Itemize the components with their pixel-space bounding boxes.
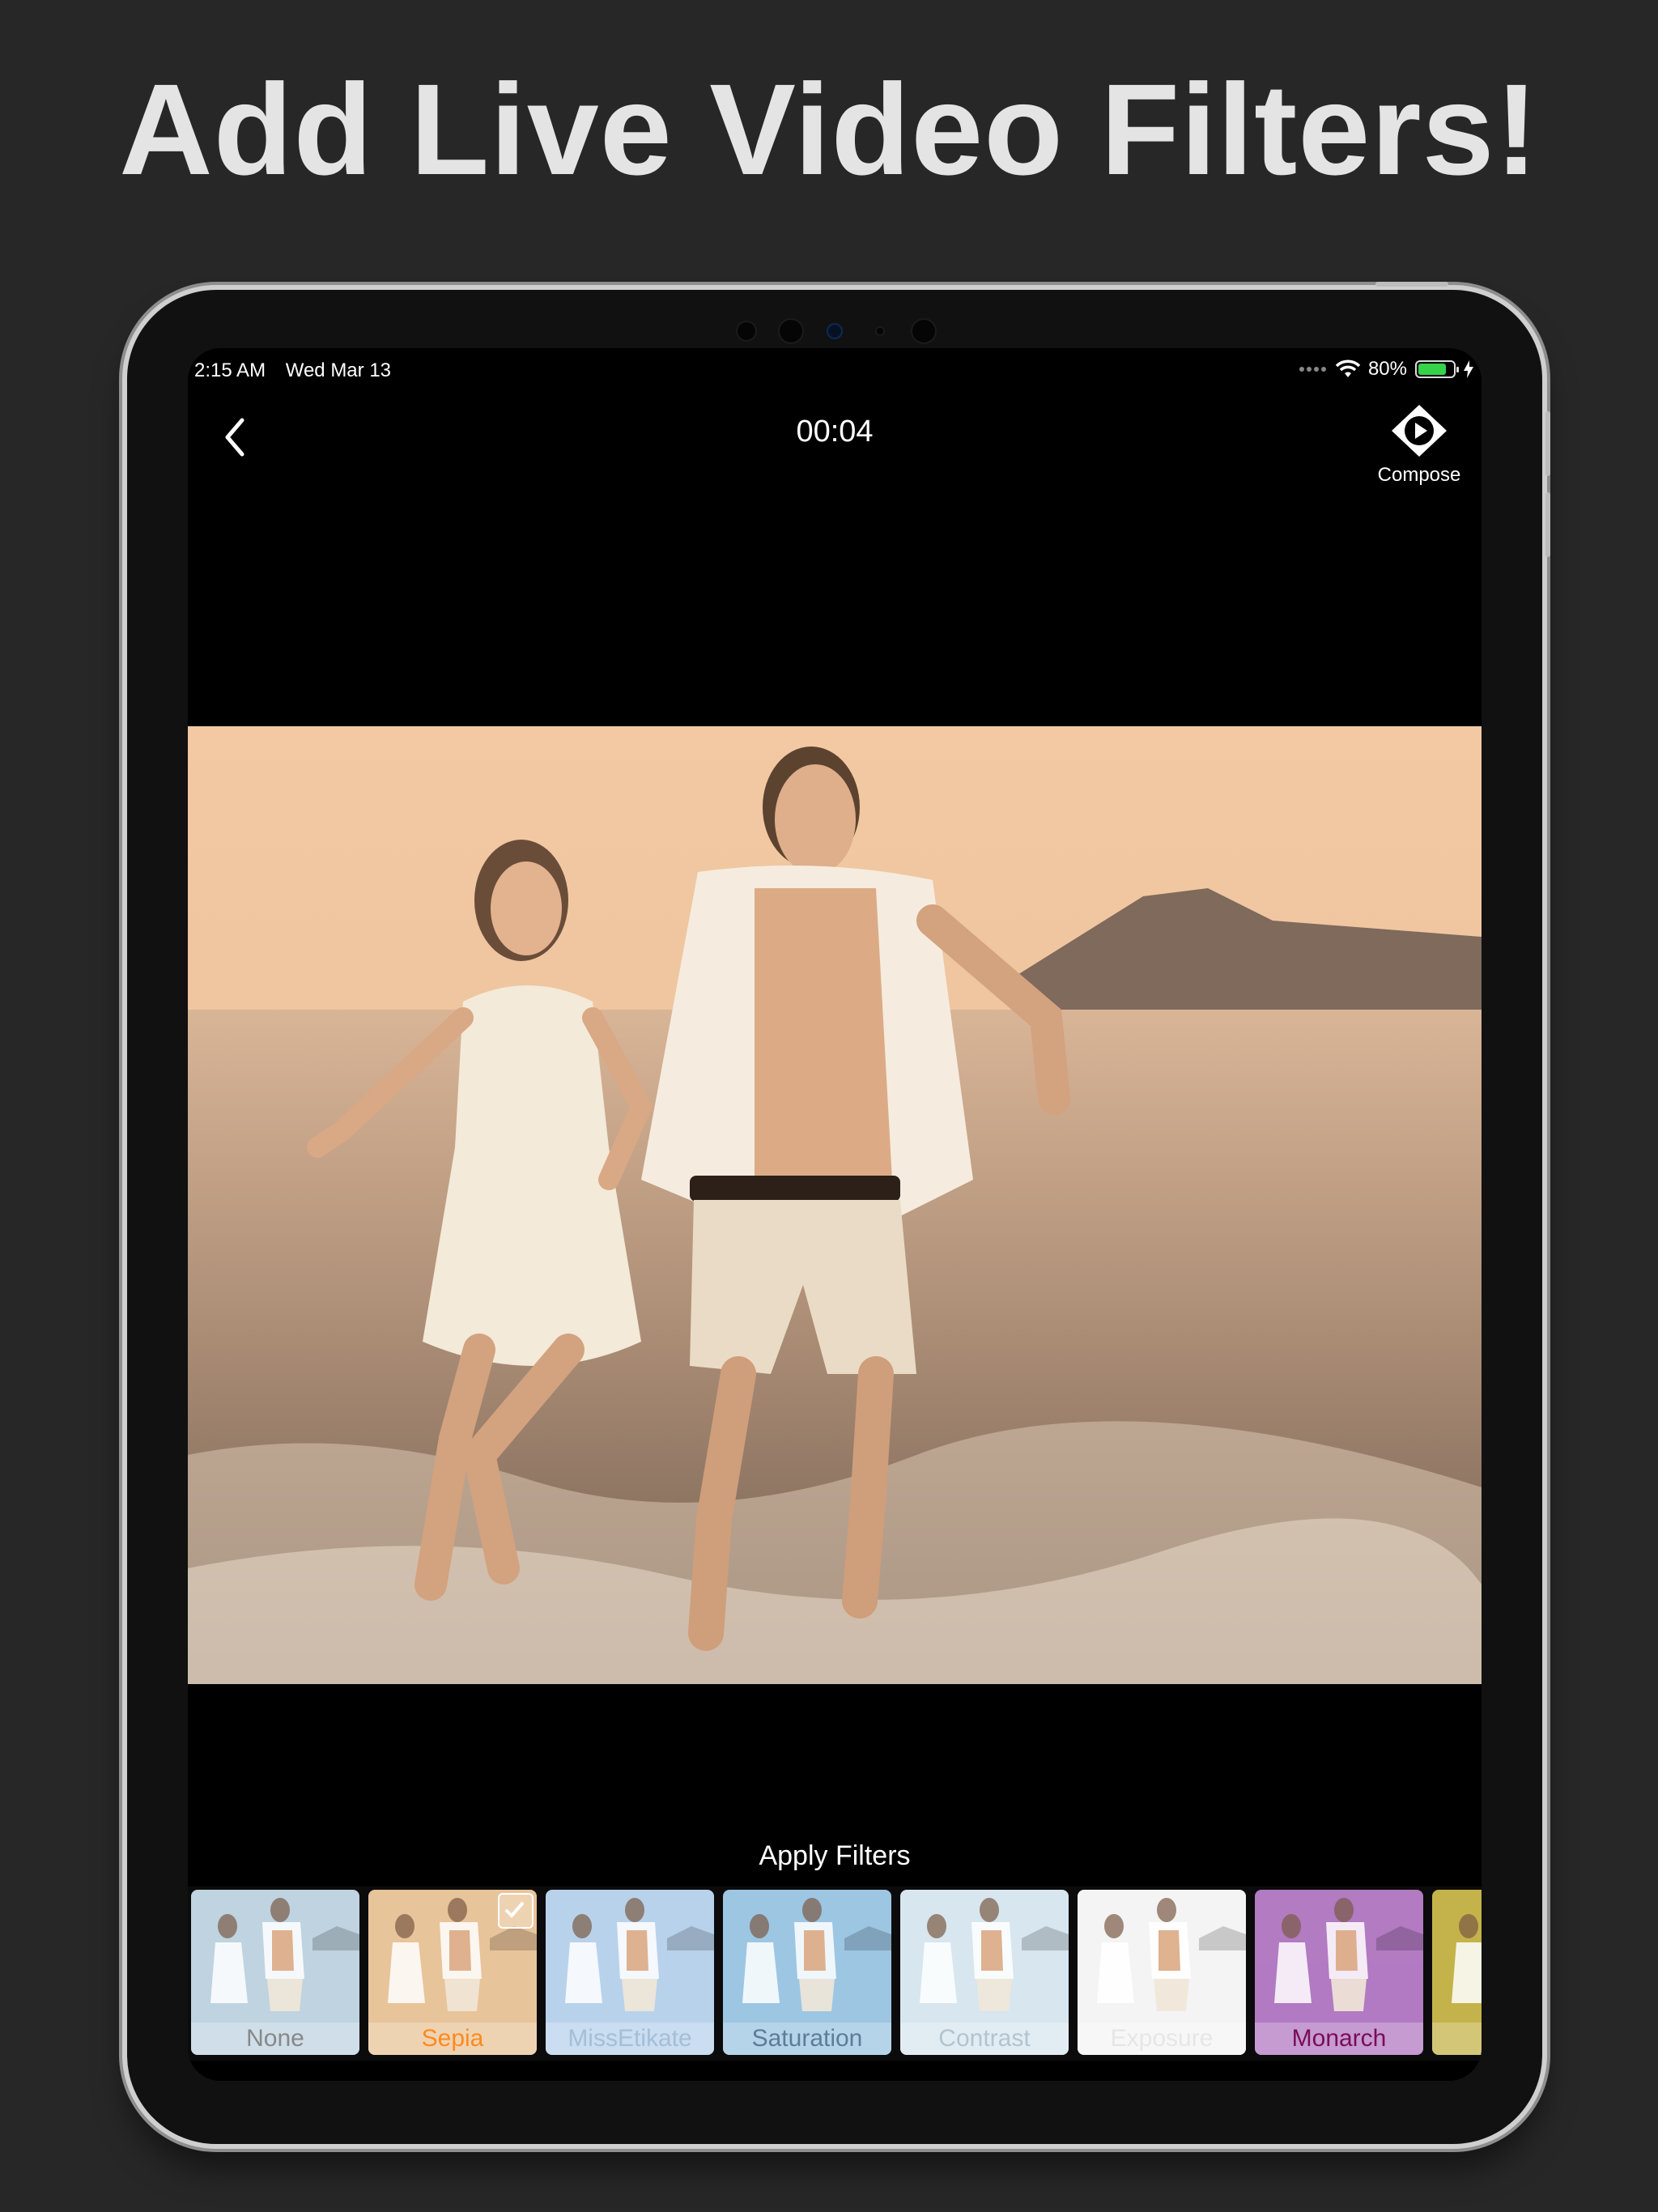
filter-label: None [191, 2023, 359, 2055]
filter-label: Monarch [1255, 2023, 1423, 2055]
selected-check-icon [498, 1893, 534, 1929]
status-time: 2:15 AM [194, 359, 266, 381]
sensor-dot [780, 320, 802, 342]
filter-thumb-extra[interactable] [1432, 1890, 1482, 2055]
nav-bar: 00:04 Compose [188, 397, 1482, 494]
filter-label [1432, 2023, 1482, 2055]
filter-label: Exposure [1078, 2023, 1246, 2055]
apply-filters-label: Apply Filters [759, 1840, 911, 1871]
filter-label: Saturation [723, 2023, 891, 2055]
sensor-dot [912, 320, 935, 342]
filter-label: Sepia [368, 2023, 537, 2055]
volume-up-button [1545, 411, 1550, 476]
video-preview[interactable] [188, 726, 1482, 1684]
ipad-frame: 2:15 AM Wed Mar 13 80% 00:04 Compose App… [127, 282, 1550, 2144]
status-date: Wed Mar 13 [285, 359, 392, 381]
wifi-icon [1335, 359, 1360, 377]
sensor-dot [877, 328, 883, 334]
filter-label: Contrast [900, 2023, 1069, 2055]
sensor-dot [738, 322, 755, 340]
compose-button[interactable]: Compose [1367, 403, 1472, 486]
playback-timer: 00:04 [796, 415, 874, 449]
top-button [1375, 282, 1448, 287]
filter-thumb-monarch[interactable]: Monarch [1255, 1890, 1423, 2055]
promo-headline: Add Live Video Filters! [119, 57, 1539, 202]
front-camera [828, 325, 841, 338]
app-screen: 2:15 AM Wed Mar 13 80% 00:04 Compose App… [188, 348, 1482, 2081]
filter-strip[interactable]: None Sepia MissEtikate Saturation Contrast Ex… [188, 1887, 1482, 2061]
signal-icon [1299, 367, 1326, 372]
filter-thumb-contrast[interactable]: Contrast [900, 1890, 1069, 2055]
compose-label: Compose [1377, 464, 1461, 486]
charging-bolt-icon [1464, 360, 1473, 378]
filter-thumb-missetikate[interactable]: MissEtikate [546, 1890, 714, 2055]
video-frame-image [188, 726, 1482, 1684]
filter-thumb-saturation[interactable]: Saturation [723, 1890, 891, 2055]
filter-label: MissEtikate [546, 2023, 714, 2055]
status-bar: 2:15 AM Wed Mar 13 80% [188, 348, 1482, 397]
filter-thumb-none[interactable]: None [191, 1890, 359, 2055]
camera-array [127, 308, 1542, 342]
filter-thumb-sepia[interactable]: Sepia [368, 1890, 537, 2055]
filter-thumb-exposure[interactable]: Exposure [1078, 1890, 1246, 2055]
battery-icon [1415, 360, 1459, 378]
battery-percent: 80% [1367, 358, 1407, 380]
volume-down-button [1545, 492, 1550, 557]
compose-play-icon [1392, 405, 1447, 457]
